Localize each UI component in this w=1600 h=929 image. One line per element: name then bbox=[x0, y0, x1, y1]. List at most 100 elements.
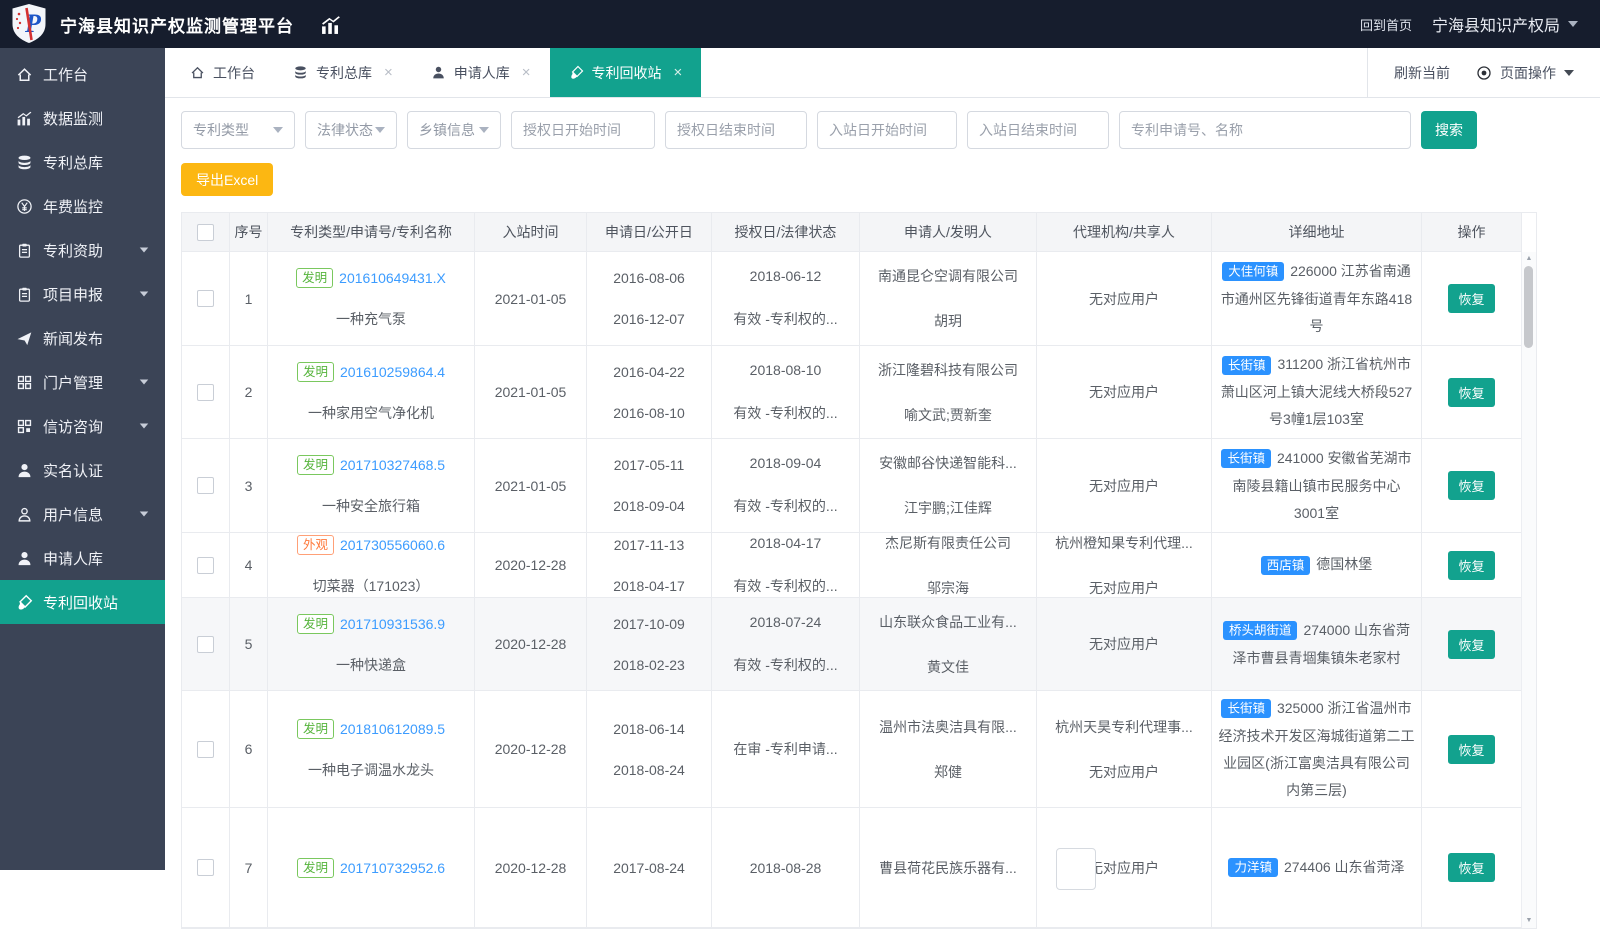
sidebar-item-workbench[interactable]: 工作台 bbox=[0, 52, 165, 96]
restore-button[interactable]: 恢复 bbox=[1448, 734, 1495, 764]
tab-label: 工作台 bbox=[213, 64, 255, 81]
patent-number-link[interactable]: 201810612089.5 bbox=[340, 721, 445, 737]
user-icon bbox=[431, 65, 446, 80]
scroll-up-arrow-icon[interactable]: ▲ bbox=[1522, 254, 1536, 264]
scrollbar-thumb[interactable] bbox=[1524, 266, 1533, 348]
refresh-current-button[interactable]: 刷新当前 bbox=[1394, 63, 1450, 83]
sidebar-item-label: 专利资助 bbox=[43, 242, 104, 260]
filter-select-1[interactable]: 专利类型 bbox=[181, 111, 295, 149]
select-all-checkbox[interactable] bbox=[197, 223, 214, 241]
entry-date-cell: 2020-12-28 bbox=[475, 598, 587, 691]
restore-button[interactable]: 恢复 bbox=[1448, 471, 1495, 500]
patent-number-link[interactable]: 201610649431.X bbox=[339, 270, 446, 286]
row-checkbox[interactable] bbox=[197, 859, 214, 876]
restore-button[interactable]: 恢复 bbox=[1448, 550, 1495, 580]
sidebar-item-realname-auth[interactable]: 实名认证 bbox=[0, 448, 165, 492]
agency: 杭州天昊专利代理事... bbox=[1055, 718, 1193, 735]
town-badge: 力洋镇 bbox=[1228, 858, 1278, 877]
sidebar-item-user-info[interactable]: 用户信息 bbox=[0, 492, 165, 536]
sidebar-item-project-declaration[interactable]: 项目申报 bbox=[0, 272, 165, 316]
grant-date: 2018-04-17 bbox=[749, 534, 822, 551]
filter-date-input-3[interactable] bbox=[817, 111, 957, 149]
close-icon[interactable]: × bbox=[522, 65, 531, 80]
tab-patent-database[interactable]: 专利总库 × bbox=[274, 48, 412, 97]
tab-patent-recycle-bin[interactable]: 专利回收站 × bbox=[549, 48, 702, 97]
row-checkbox[interactable] bbox=[197, 556, 214, 574]
sidebar-item-annual-fee-monitoring[interactable]: 年费监控 bbox=[0, 184, 165, 228]
filter-select-3[interactable]: 乡镇信息 bbox=[407, 111, 501, 149]
restore-button[interactable]: 恢复 bbox=[1448, 284, 1495, 313]
patent-number-link[interactable]: 201710931536.9 bbox=[340, 616, 445, 632]
row-checkbox[interactable] bbox=[197, 635, 214, 653]
inventor: 胡玥 bbox=[934, 313, 962, 329]
tab-applicant-database[interactable]: 申请人库 × bbox=[412, 48, 550, 97]
platform-logo-icon: P bbox=[10, 3, 48, 45]
pagination-control-partial[interactable] bbox=[1056, 848, 1096, 890]
sidebar-item-patent-subsidy[interactable]: 专利资助 bbox=[0, 228, 165, 272]
patent-cell: 发明 201610259864.4 一种家用空气净化机 bbox=[268, 346, 475, 439]
patent-number-link[interactable]: 201610259864.4 bbox=[340, 364, 445, 380]
applicant: 安徽邮谷快递智能科... bbox=[879, 455, 1017, 471]
sharer: 无对应用户 bbox=[1089, 384, 1159, 400]
row-checkbox[interactable] bbox=[197, 477, 214, 494]
sharer: 无对应用户 bbox=[1089, 636, 1159, 652]
apply-publish-date-cell: 2017-10-09 2018-02-23 bbox=[587, 598, 712, 691]
restore-button[interactable]: 恢复 bbox=[1448, 377, 1495, 407]
export-excel-button[interactable]: 导出Excel bbox=[181, 163, 274, 196]
patent-number-link[interactable]: 201730556060.6 bbox=[340, 537, 445, 553]
sidebar-item-label: 实名认证 bbox=[43, 462, 104, 480]
layers-icon bbox=[16, 154, 33, 171]
patent-recycle-table: 序号 专利类型/申请号/专利名称 入站时间 申请日/公开日 授权日/法律状态 申请人/发明… bbox=[181, 212, 1537, 929]
column-header: 代理机构/共享人 bbox=[1037, 213, 1212, 252]
filter-select-2[interactable]: 法律状态 bbox=[305, 111, 397, 149]
sidebar-item-patent-database[interactable]: 专利总库 bbox=[0, 140, 165, 184]
agency-cell: 无对应用户 bbox=[1037, 346, 1212, 439]
blocks-icon bbox=[16, 418, 33, 435]
home-icon bbox=[190, 65, 205, 80]
patent-number-link[interactable]: 201710732952.6 bbox=[340, 860, 445, 876]
sidebar-item-data-monitoring[interactable]: 数据监测 bbox=[0, 96, 165, 140]
scroll-down-arrow-icon[interactable]: ▼ bbox=[1522, 916, 1536, 926]
filter-bar: 专利类型 法律状态 乡镇信息 搜索 bbox=[165, 98, 1600, 149]
sidebar-item-patent-recycle-bin[interactable]: 专利回收站 bbox=[0, 580, 165, 624]
filter-date-input-1[interactable] bbox=[511, 111, 655, 149]
page-actions-dropdown[interactable]: 页面操作 bbox=[1476, 63, 1574, 83]
chevron-down-icon bbox=[139, 247, 149, 253]
vertical-scrollbar[interactable]: ▲ ▼ bbox=[1521, 252, 1536, 928]
org-account-dropdown[interactable]: 宁海县知识产权局 bbox=[1432, 12, 1578, 36]
tab-label: 专利总库 bbox=[316, 64, 372, 81]
patent-number-link[interactable]: 201710327468.5 bbox=[340, 457, 445, 473]
entry-date-cell: 2021-01-05 bbox=[475, 252, 587, 346]
sharer: 无对应用户 bbox=[1088, 579, 1159, 596]
sharer: 无对应用户 bbox=[1089, 859, 1159, 876]
sidebar-item-applicant-database[interactable]: 申请人库 bbox=[0, 536, 165, 580]
sidebar-item-petition-consulting[interactable]: 信访咨询 bbox=[0, 404, 165, 448]
row-checkbox[interactable] bbox=[197, 740, 214, 758]
sidebar-item-news-release[interactable]: 新闻发布 bbox=[0, 316, 165, 360]
restore-button[interactable]: 恢复 bbox=[1448, 853, 1495, 882]
sidebar-item-portal-management[interactable]: 门户管理 bbox=[0, 360, 165, 404]
close-icon[interactable]: × bbox=[384, 65, 393, 80]
sidebar-item-label: 专利总库 bbox=[43, 154, 104, 172]
row-checkbox[interactable] bbox=[197, 383, 214, 401]
applicant-cell: 曹县荷花民族乐器有... bbox=[860, 808, 1037, 928]
column-header: 序号 bbox=[230, 213, 268, 252]
sidebar-item-label: 工作台 bbox=[43, 66, 89, 84]
back-home-link[interactable]: 回到首页 bbox=[1360, 15, 1412, 34]
search-button[interactable]: 搜索 bbox=[1421, 111, 1477, 149]
restore-button[interactable]: 恢复 bbox=[1448, 629, 1495, 659]
tab-workbench[interactable]: 工作台 bbox=[171, 48, 274, 97]
patent-type-badge: 外观 bbox=[296, 534, 334, 555]
row-checkbox[interactable] bbox=[197, 290, 214, 307]
send-icon bbox=[16, 330, 33, 347]
patent-search-input[interactable] bbox=[1119, 111, 1411, 149]
close-icon[interactable]: × bbox=[674, 65, 683, 80]
inventor: 喻文武;贾新奎 bbox=[904, 406, 992, 423]
filter-date-input-4[interactable] bbox=[967, 111, 1109, 149]
row-index-cell: 7 bbox=[230, 808, 268, 928]
town-badge: 长街镇 bbox=[1221, 355, 1272, 375]
sidebar-item-label: 门户管理 bbox=[43, 374, 104, 392]
chevron-down-icon bbox=[1568, 21, 1578, 27]
sidebar: 工作台数据监测专利总库年费监控专利资助项目申报 新闻发布门户管理信访咨询实名认证用… bbox=[0, 48, 165, 870]
filter-date-input-2[interactable] bbox=[665, 111, 807, 149]
